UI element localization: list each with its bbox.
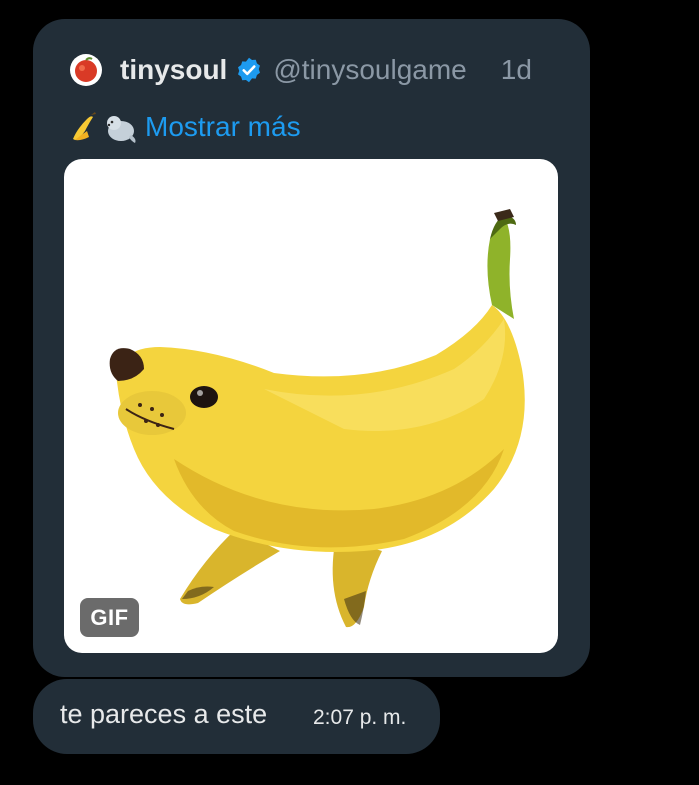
tweet-author-name[interactable]: tinysoul: [120, 54, 227, 86]
tweet-timestamp[interactable]: 1d: [501, 54, 532, 86]
message-timestamp: 2:07 p. m.: [313, 706, 407, 729]
shared-tweet-card[interactable]: tinysoul @tinysoulgame 1d Mostrar más GI…: [33, 19, 590, 677]
banana-emoji-icon: [73, 112, 96, 141]
apple-icon: [75, 57, 97, 82]
tweet-author-handle[interactable]: @tinysoulgame: [273, 54, 466, 86]
tweet-gif-media[interactable]: GIF: [64, 159, 558, 653]
message-bubble[interactable]: te pareces a este 2:07 p. m.: [33, 679, 440, 754]
tweet-text: Mostrar más: [67, 107, 301, 147]
tweet-header: tinysoul @tinysoulgame 1d: [70, 53, 532, 87]
show-more-link[interactable]: Mostrar más: [145, 111, 301, 143]
avatar[interactable]: [70, 54, 102, 86]
verified-badge-icon: [235, 56, 263, 84]
gif-badge: GIF: [80, 598, 139, 637]
banana-seal-image: [109, 209, 525, 628]
dm-conversation: tinysoul @tinysoulgame 1d Mostrar más GI…: [0, 0, 699, 785]
seal-emoji-icon: [107, 116, 136, 143]
message-text: te pareces a este: [60, 699, 268, 729]
